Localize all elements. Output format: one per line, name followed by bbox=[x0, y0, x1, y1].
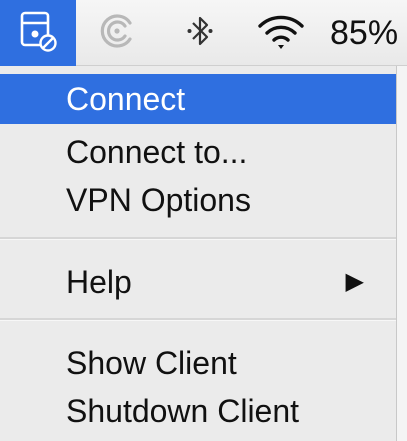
wifi-icon bbox=[256, 11, 306, 56]
menu-item-label: VPN Options bbox=[66, 182, 251, 218]
menu-item-shutdown-client[interactable]: Shutdown Client bbox=[0, 386, 396, 436]
sync-icon bbox=[97, 11, 137, 56]
sync-menu-extra[interactable] bbox=[92, 0, 142, 66]
menu-item-label: Help bbox=[66, 264, 132, 300]
menu-item-vpn-options[interactable]: VPN Options bbox=[0, 175, 396, 225]
submenu-arrow-icon: ▶ bbox=[345, 268, 364, 295]
menu-bar: 85% bbox=[0, 0, 407, 66]
vpn-status-menu-extra[interactable] bbox=[0, 0, 76, 66]
vpn-lock-icon bbox=[16, 9, 60, 58]
menu-item-label: Show Client bbox=[66, 345, 237, 381]
menu-item-label: Shutdown Client bbox=[66, 393, 300, 429]
bluetooth-icon bbox=[186, 12, 214, 55]
menu-item-help[interactable]: Help ▶ bbox=[0, 257, 396, 307]
wifi-menu-extra[interactable] bbox=[250, 0, 312, 66]
menu-item-connect-to[interactable]: Connect to... bbox=[0, 127, 396, 177]
vpn-dropdown-menu: Connect Connect to... VPN Options Help ▶… bbox=[0, 66, 397, 441]
battery-percentage[interactable]: 85% bbox=[330, 0, 407, 66]
menu-item-connect[interactable]: Connect bbox=[0, 74, 396, 124]
menu-item-label: Connect bbox=[66, 81, 186, 117]
background-window-edge bbox=[397, 66, 407, 441]
menu-item-show-client[interactable]: Show Client bbox=[0, 338, 396, 388]
menu-separator bbox=[0, 318, 396, 321]
menu-separator bbox=[0, 237, 396, 240]
battery-percentage-label: 85% bbox=[330, 13, 399, 52]
menu-item-label: Connect to... bbox=[66, 134, 248, 170]
bluetooth-menu-extra[interactable] bbox=[180, 0, 220, 66]
